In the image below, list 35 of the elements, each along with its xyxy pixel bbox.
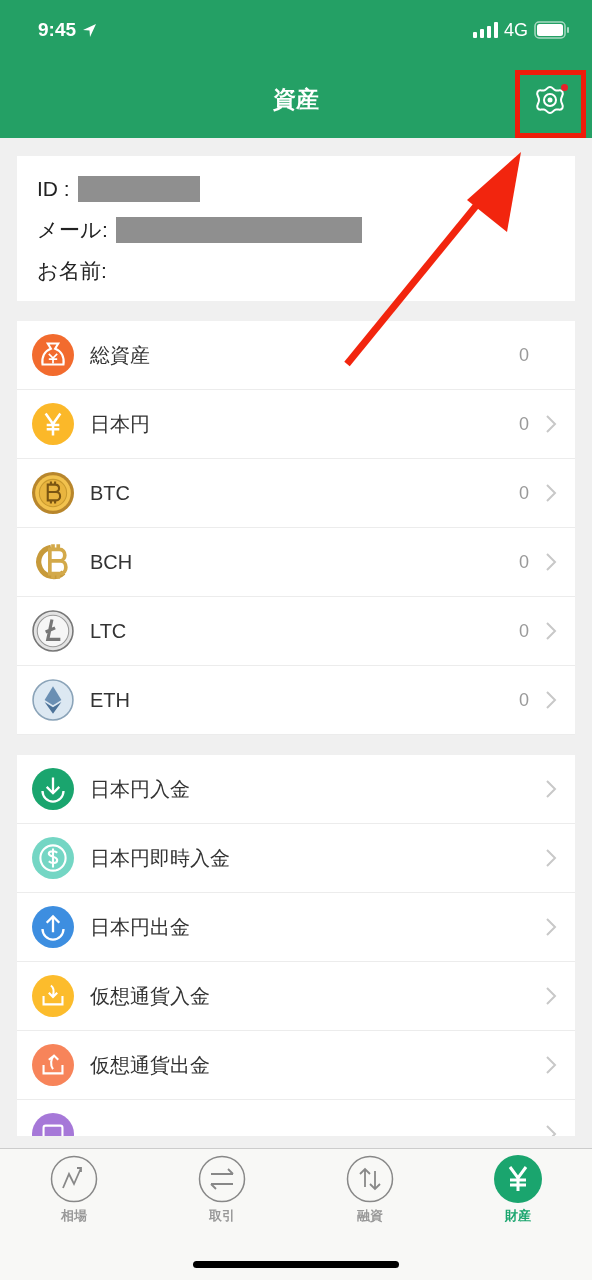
up-down-arrows-icon	[346, 1155, 394, 1203]
profile-label: ID :	[37, 176, 70, 201]
yen-icon	[494, 1155, 542, 1203]
list-item-label[interactable]: 仮想通貨入金	[90, 982, 529, 1010]
location-arrow-icon	[82, 22, 98, 38]
list-item-label[interactable]: LTC	[90, 619, 483, 643]
screen-title: 資産	[273, 84, 319, 114]
settings-icon[interactable]	[534, 84, 566, 116]
balance-value: 0	[518, 551, 529, 573]
profile-label: メール:	[37, 216, 108, 243]
profile-label: お名前:	[37, 257, 107, 284]
yen-coin-icon	[32, 403, 74, 445]
ethereum-coin-icon	[32, 679, 74, 721]
list-item-label[interactable]: 仮想通貨出金	[90, 1051, 529, 1079]
battery-icon	[534, 21, 570, 39]
balance-value: 0	[518, 413, 529, 435]
money-bag-icon	[32, 334, 74, 376]
litecoin-coin-icon	[32, 610, 74, 652]
list-item-label[interactable]: 総資産	[90, 341, 483, 369]
clock-time: 9:45	[38, 19, 77, 41]
list-item-label[interactable]: 日本円出金	[90, 913, 529, 941]
list-item-label[interactable]: BTC	[90, 481, 483, 505]
list-item-label[interactable]: BCH	[90, 550, 483, 574]
swap-arrows-icon	[198, 1155, 246, 1203]
balance-value: 0	[518, 482, 529, 504]
list-item-label[interactable]: 日本円	[90, 410, 483, 438]
balance-value: 0	[518, 344, 529, 366]
network-type: 4G	[504, 19, 528, 41]
signal-icon	[473, 22, 498, 38]
list-item-label[interactable]: 日本円即時入金	[90, 844, 529, 872]
list-item-label[interactable]: ETH	[90, 688, 483, 712]
bitcoin-coin-icon	[32, 472, 74, 514]
list-item-label[interactable]: 日本円入金	[90, 775, 529, 803]
balance-value: 0	[518, 620, 529, 642]
balance-value: 0	[518, 689, 529, 711]
